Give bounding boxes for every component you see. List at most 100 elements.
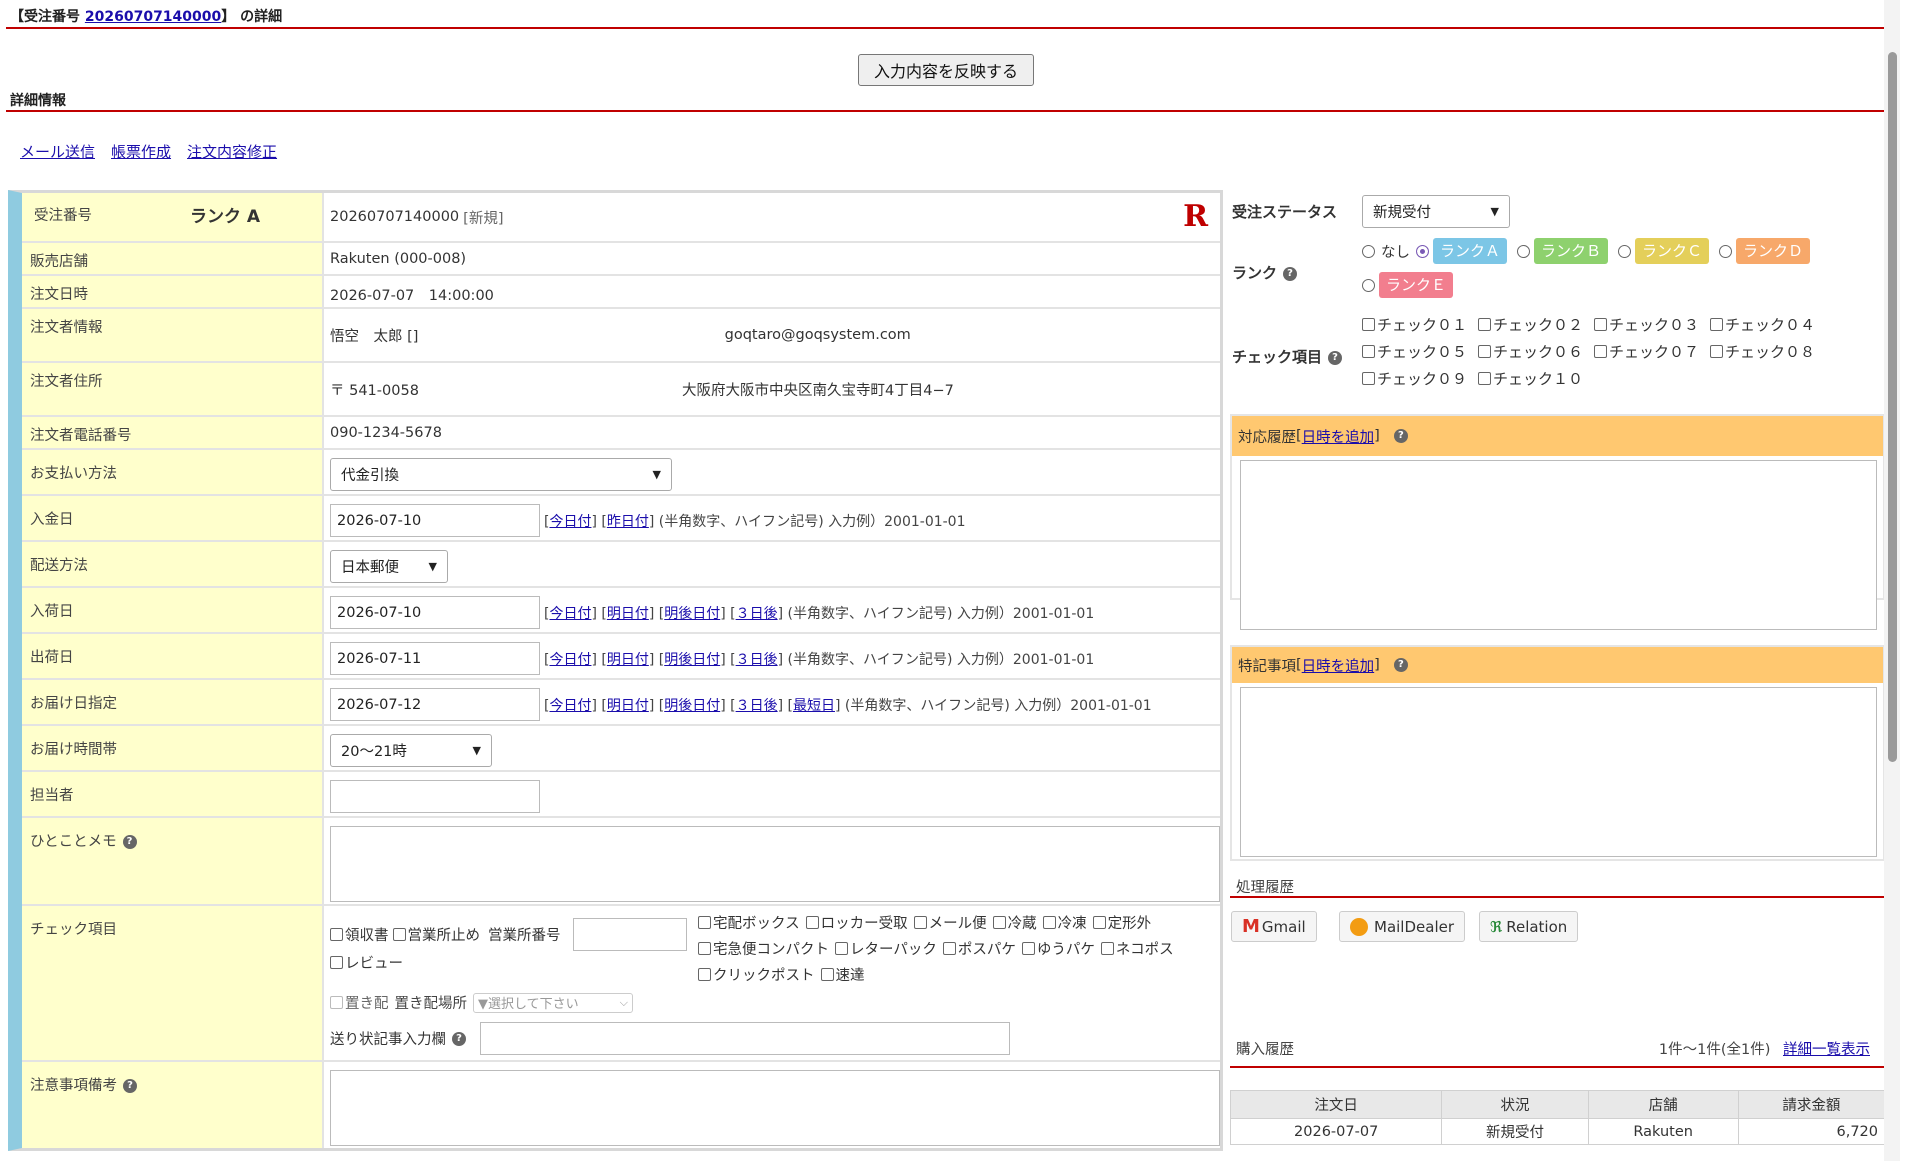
arrival-3days-link[interactable]: ３日後 (736, 606, 778, 622)
scrollbar-thumb[interactable] (1888, 52, 1897, 762)
row-delivery: お届け日指定 2026-07-12 [今日付] [明日付] [明後日付] [３日… (22, 680, 1220, 726)
row-ship-method: 配送方法 日本郵便 ▼ (22, 542, 1220, 588)
delivery-option-checkbox[interactable]: 速達 (820, 964, 865, 985)
delivery-today-link[interactable]: 今日付 (549, 698, 591, 714)
relation-button[interactable]: ℜ Relation (1479, 911, 1579, 942)
vertical-scrollbar[interactable] (1884, 0, 1900, 1161)
maildealer-icon (1350, 917, 1368, 936)
shipping-tomorrow-link[interactable]: 明日付 (607, 652, 649, 668)
history-textarea[interactable] (1240, 460, 1877, 630)
help-icon[interactable]: ? (452, 1031, 466, 1046)
delivery-earliest-link[interactable]: 最短日 (793, 698, 835, 714)
delivery-option-checkbox[interactable]: 宅急便コンパクト (698, 938, 829, 959)
gmail-icon: M (1242, 916, 1260, 937)
help-icon[interactable]: ? (1393, 658, 1408, 672)
ship-method-select[interactable]: 日本郵便 ▼ (330, 550, 448, 583)
delivery-option-checkbox[interactable]: レターパック (835, 938, 937, 959)
delivery-option-checkbox[interactable]: ポスパケ (942, 938, 1016, 959)
phone-value: 090-1234-5678 (330, 425, 442, 441)
timeslot-select[interactable]: 20～21時 ▼ (330, 734, 492, 767)
order-status-select[interactable]: 新規受付 ▼ (1362, 195, 1510, 228)
special-add-datetime-link[interactable]: 日時を追加 (1302, 655, 1375, 676)
slip-note-input[interactable] (480, 1022, 1010, 1055)
staff-input[interactable] (330, 780, 540, 813)
gmail-button[interactable]: M Gmail (1231, 911, 1317, 942)
deposit-yesterday-link[interactable]: 昨日付 (607, 514, 649, 530)
office-stop-checkbox[interactable]: 営業所止め (392, 924, 480, 945)
apply-changes-button[interactable]: 入力内容を反映する (858, 54, 1034, 86)
order-detail-page: 【受注番号 20260707140000】 の詳細 入力内容を反映する 詳細情報… (0, 0, 1900, 1161)
purchase-detail-link[interactable]: 詳細一覧表示 (1783, 1042, 1870, 1058)
check-item-checkbox[interactable]: チェック０３ (1594, 314, 1710, 335)
check-item-checkbox[interactable]: チェック０１ (1362, 314, 1478, 335)
delivery-tomorrow-link[interactable]: 明日付 (607, 698, 649, 714)
check-item-checkbox[interactable]: チェック０４ (1710, 314, 1826, 335)
arrival-tomorrow-link[interactable]: 明日付 (607, 606, 649, 622)
rank-none-option[interactable]: なし (1362, 241, 1410, 262)
shipping-dayafter-link[interactable]: 明後日付 (664, 652, 720, 668)
delivery-option-checkbox[interactable]: 定形外 (1092, 912, 1151, 933)
receipt-checkbox[interactable]: 領収書 (330, 924, 389, 945)
check-item-checkbox[interactable]: チェック０８ (1710, 341, 1826, 362)
help-icon[interactable]: ? (1393, 429, 1408, 443)
deposit-today-link[interactable]: 今日付 (549, 514, 591, 530)
customer-email: goqtaro@goqsystem.com (724, 327, 911, 343)
arrival-today-link[interactable]: 今日付 (549, 606, 591, 622)
row-timeslot: お届け時間帯 20～21時 ▼ (22, 726, 1220, 772)
send-mail-link[interactable]: メール送信 (20, 141, 95, 162)
check-item-checkbox[interactable]: チェック１０ (1478, 368, 1594, 389)
help-icon[interactable]: ? (122, 835, 137, 849)
okihai-place-select[interactable]: ▼選択して下さい ⌵ (473, 992, 633, 1013)
rank-option-1[interactable]: ランクＡ (1416, 238, 1508, 264)
delivery-option-checkbox[interactable]: 宅配ボックス (698, 912, 800, 933)
delivery-option-checkbox[interactable]: 冷蔵 (992, 912, 1037, 933)
rank-option-2[interactable]: ランクＢ (1517, 238, 1609, 264)
shipping-today-link[interactable]: 今日付 (549, 652, 591, 668)
check-item-checkbox[interactable]: チェック０９ (1362, 368, 1478, 389)
row-phone: 注文者電話番号 090-1234-5678 (22, 417, 1220, 450)
delivery-date-input[interactable]: 2026-07-12 (330, 688, 540, 721)
check-item-checkbox[interactable]: チェック０６ (1478, 341, 1594, 362)
shipping-date-input[interactable]: 2026-07-11 (330, 642, 540, 675)
deposit-date-input[interactable]: 2026-07-10 (330, 504, 540, 537)
delivery-3days-link[interactable]: ３日後 (736, 698, 778, 714)
maildealer-button[interactable]: MailDealer (1339, 911, 1466, 942)
check-item-checkbox[interactable]: チェック０２ (1478, 314, 1594, 335)
rank-option-4[interactable]: ランクＤ (1719, 238, 1811, 264)
delivery-option-checkbox[interactable]: ネコポス (1100, 938, 1174, 959)
delivery-option-checkbox[interactable]: クリックポスト (698, 964, 815, 985)
help-icon[interactable]: ? (1328, 350, 1343, 365)
row-order-number: 受注番号 ランク A 20260707140000 [新規] R (22, 193, 1220, 243)
arrival-date-input[interactable]: 2026-07-10 (330, 596, 540, 629)
row-customer: 注文者情報 悟空 太郎 [] goqtaro@goqsystem.com (22, 309, 1220, 363)
delivery-dayafter-link[interactable]: 明後日付 (664, 698, 720, 714)
shipping-3days-link[interactable]: ３日後 (736, 652, 778, 668)
check-item-checkbox[interactable]: チェック０５ (1362, 341, 1478, 362)
history-add-datetime-link[interactable]: 日時を追加 (1302, 426, 1375, 447)
notes-textarea[interactable] (330, 1070, 1220, 1146)
edit-order-link[interactable]: 注文内容修正 (187, 141, 277, 162)
payment-method-select[interactable]: 代金引換 ▼ (330, 458, 672, 491)
delivery-option-checkbox[interactable]: ロッカー受取 (805, 912, 908, 933)
help-icon[interactable]: ? (1283, 266, 1298, 281)
purchase-col-header: 店舗 (1587, 1090, 1739, 1119)
arrival-dayafter-link[interactable]: 明後日付 (664, 606, 720, 622)
detail-section-title: 詳細情報 (10, 93, 66, 109)
check-item-checkbox[interactable]: チェック０７ (1594, 341, 1710, 362)
delivery-option-checkbox[interactable]: 冷凍 (1042, 912, 1087, 933)
okihai-checkbox[interactable]: 置き配 (330, 992, 389, 1013)
zip-code: 〒 541-0058 (330, 382, 419, 399)
rank-option-5[interactable]: ランクＥ (1362, 272, 1454, 298)
office-number-input[interactable] (572, 918, 687, 951)
help-icon[interactable]: ? (123, 1079, 137, 1093)
delivery-option-checkbox[interactable]: ゆうパケ (1021, 938, 1095, 959)
row-check-items: チェック項目 領収書 営業所止め 営業所番号 レビュー 宅配ボックス ロッカー受取… (22, 906, 1220, 1062)
special-notes-textarea[interactable] (1240, 687, 1877, 857)
delivery-option-checkbox[interactable]: メール便 (913, 912, 987, 933)
row-arrival: 入荷日 2026-07-10 [今日付] [明日付] [明後日付] [３日後] … (22, 588, 1220, 634)
create-form-link[interactable]: 帳票作成 (111, 141, 171, 162)
order-number-link[interactable]: 20260707140000 (85, 9, 221, 25)
rank-option-3[interactable]: ランクＣ (1618, 238, 1710, 264)
memo-textarea[interactable] (330, 826, 1220, 902)
review-checkbox[interactable]: レビュー (330, 952, 403, 973)
